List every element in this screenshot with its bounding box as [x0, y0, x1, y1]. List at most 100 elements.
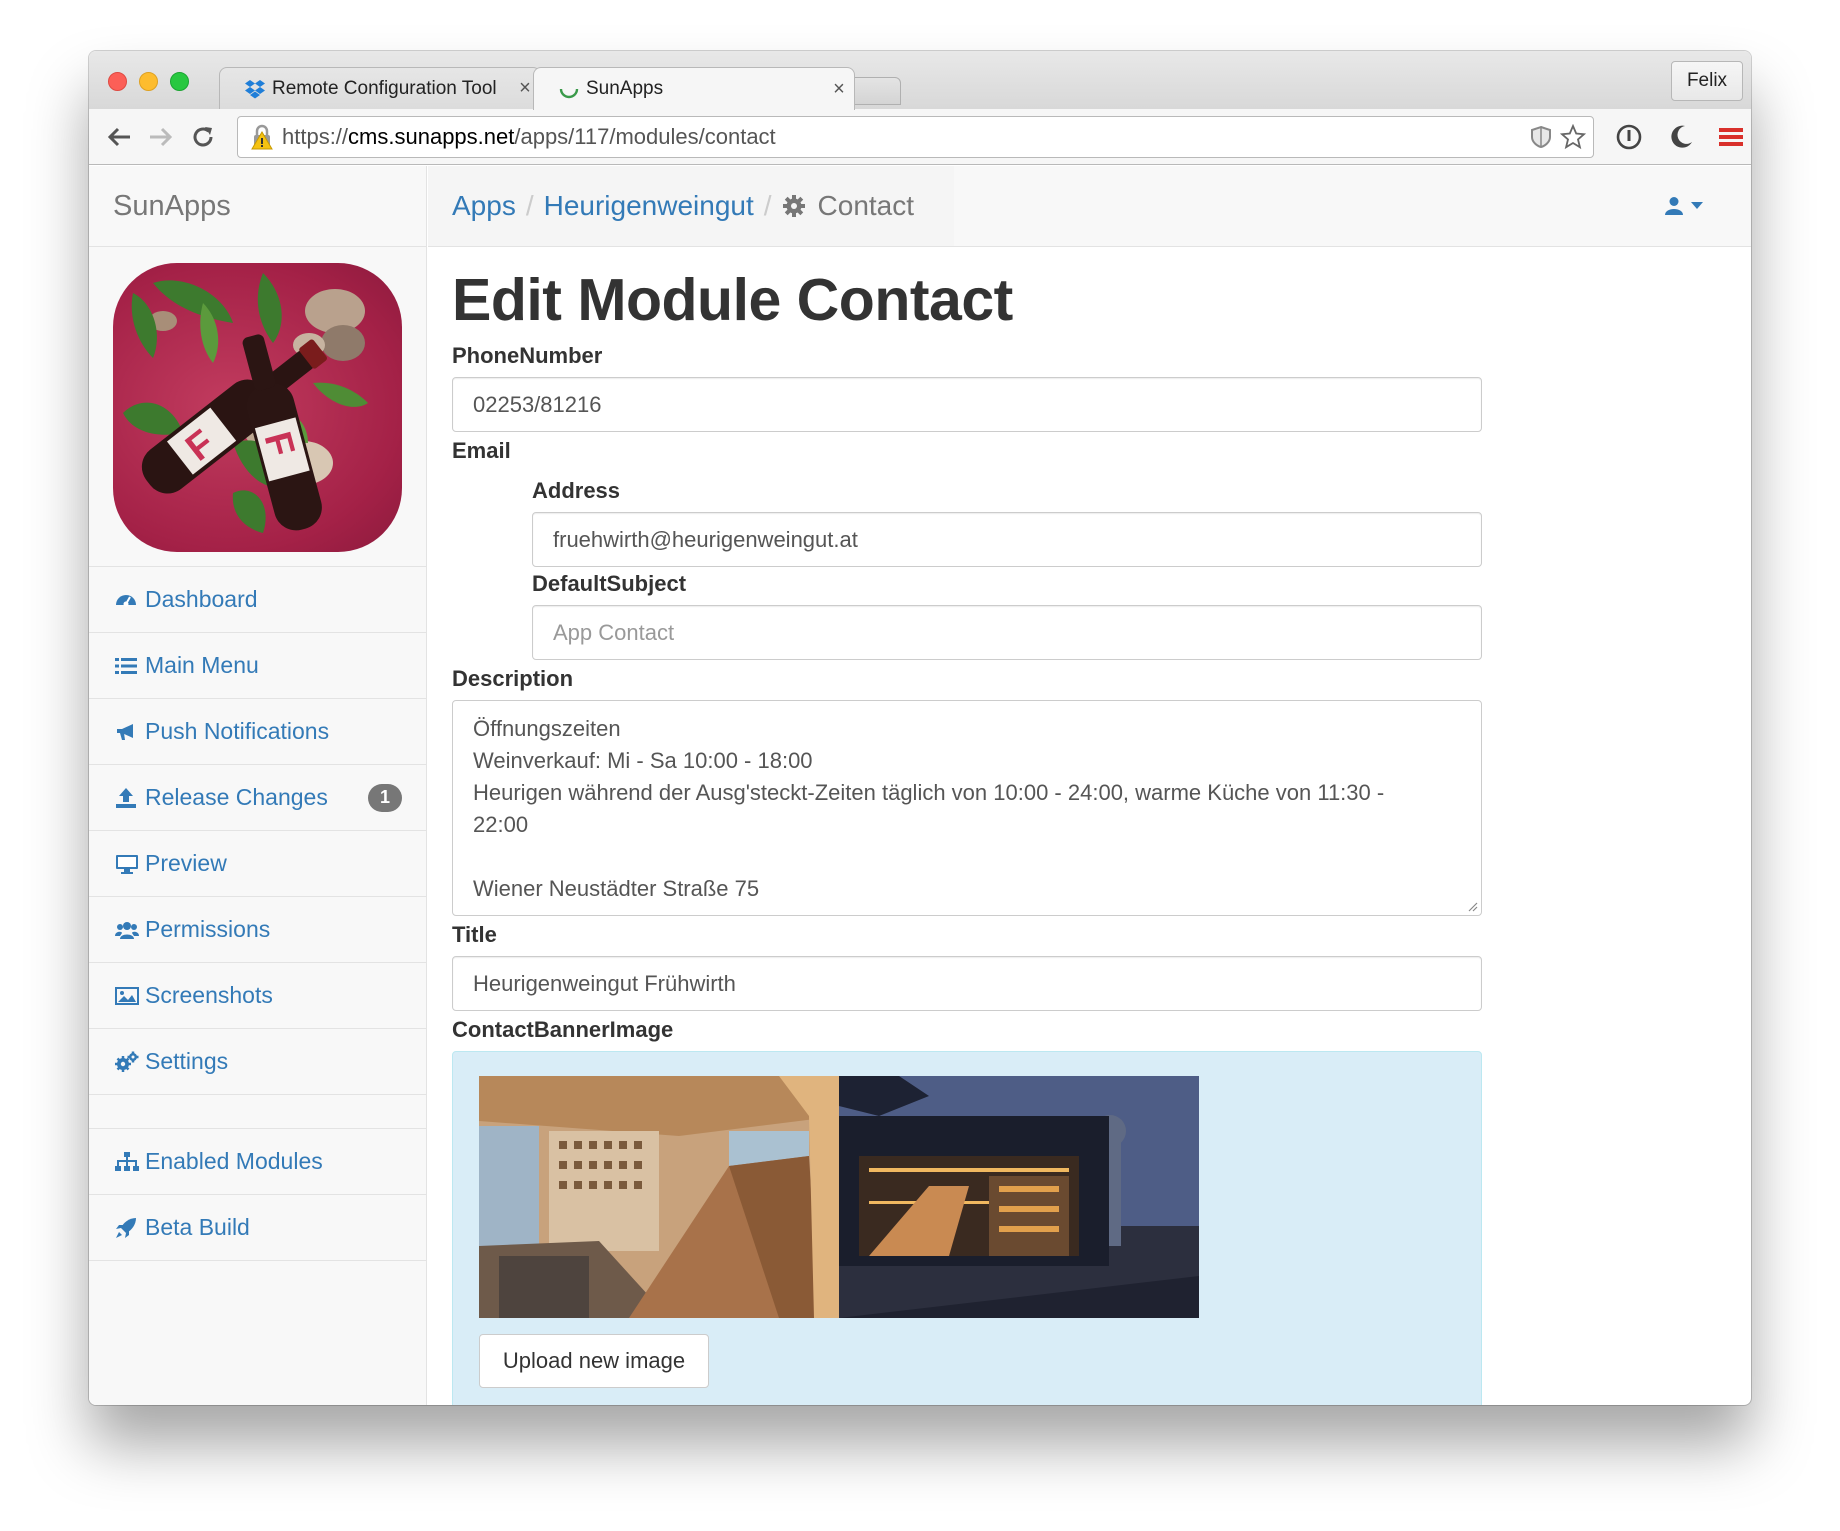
- desktop-icon: [115, 851, 145, 877]
- minimize-window-button[interactable]: [139, 72, 158, 91]
- page-title: Edit Module Contact: [452, 267, 1013, 333]
- sidebar-item-preview[interactable]: Preview: [89, 831, 426, 897]
- menu-icon[interactable]: [1713, 119, 1749, 155]
- sidebar-item-label: Release Changes: [145, 784, 328, 810]
- sidebar-item-main-menu[interactable]: Main Menu: [89, 633, 426, 699]
- sidebar-item-label: Permissions: [145, 916, 271, 942]
- sidebar-item-push-notifications[interactable]: Push Notifications: [89, 699, 426, 765]
- user-menu-dropdown[interactable]: [1665, 196, 1703, 216]
- sidebar: SunApps F F Dashboard Main Menu Push Not…: [89, 166, 427, 1405]
- upload-icon: [115, 785, 145, 811]
- banner-interior-photo: [479, 1076, 839, 1318]
- description-line: Wiener Neustädter Straße 75: [473, 876, 760, 901]
- release-count-badge: 1: [368, 783, 402, 812]
- browser-toolbar: https://cms.sunapps.net/apps/117/modules…: [89, 109, 1751, 165]
- browser-window: Remote Configuration Tool × SunApps × Fe…: [89, 51, 1751, 1405]
- bullhorn-icon: [115, 719, 145, 745]
- sidebar-item-label: Dashboard: [145, 586, 258, 612]
- resize-handle-icon[interactable]: [1466, 900, 1478, 912]
- sidebar-item-beta-build[interactable]: Beta Build: [89, 1195, 426, 1261]
- description-line: Weinverkauf: Mi - Sa 10:00 - 18:00: [473, 748, 813, 773]
- description-line: [473, 841, 1461, 873]
- top-navbar: Apps / Heurigenweingut / Contact: [428, 166, 1751, 247]
- description-line: Heurigen während der Ausg'steckt-Zeiten …: [473, 780, 1385, 805]
- title-label: Title: [452, 922, 497, 947]
- default-subject-input[interactable]: App Contact: [532, 605, 1482, 660]
- description-label: Description: [452, 666, 574, 691]
- banner-exterior-photo: [839, 1076, 1199, 1318]
- email-label: Email: [452, 438, 511, 463]
- banner-image: [479, 1076, 1199, 1318]
- email-address-input[interactable]: fruehwirth@heurigenweingut.at: [532, 512, 1482, 567]
- url-scheme: https://: [282, 124, 349, 149]
- upload-new-image-button[interactable]: Upload new image: [479, 1334, 709, 1388]
- main-content: Edit Module Contact PhoneNumber 02253/81…: [452, 247, 1482, 1405]
- night-mode-icon[interactable]: [1663, 119, 1699, 155]
- reload-icon[interactable]: [185, 119, 221, 155]
- new-tab-button[interactable]: [849, 77, 901, 105]
- url-host: cms.sunapps.net: [348, 124, 515, 149]
- users-icon: [115, 917, 145, 943]
- sidebar-item-dashboard[interactable]: Dashboard: [89, 567, 426, 633]
- breadcrumb-app-link[interactable]: Heurigenweingut: [544, 190, 754, 222]
- bookmark-star-icon[interactable]: [1557, 121, 1589, 153]
- app-icon: F F: [113, 263, 402, 552]
- breadcrumb-current: Contact: [817, 190, 915, 221]
- shield-icon[interactable]: [1525, 121, 1557, 153]
- loading-spinner-icon: [558, 78, 580, 100]
- dashboard-icon: [115, 587, 145, 613]
- cogs-icon: [115, 1049, 145, 1075]
- sidebar-item-label: Enabled Modules: [145, 1148, 323, 1174]
- address-label: Address: [532, 478, 621, 503]
- list-icon: [115, 653, 145, 679]
- gear-icon: [782, 194, 806, 218]
- banner-image-panel: Upload new image: [452, 1051, 1482, 1405]
- profile-button[interactable]: Felix: [1671, 61, 1743, 101]
- phone-label: PhoneNumber: [452, 343, 603, 368]
- sidebar-item-label: Settings: [145, 1048, 229, 1074]
- warning-lock-icon[interactable]: [246, 121, 278, 153]
- sitemap-icon: [115, 1149, 145, 1175]
- sidebar-item-label: Preview: [145, 850, 227, 876]
- tab-sunapps[interactable]: SunApps ×: [533, 67, 855, 110]
- breadcrumb-apps-link[interactable]: Apps: [452, 190, 516, 222]
- email-group: Address fruehwirth@heurigenweingut.at De…: [532, 478, 1482, 660]
- tab-close-icon[interactable]: ×: [824, 78, 854, 101]
- zoom-window-button[interactable]: [170, 72, 189, 91]
- sidebar-item-label: Screenshots: [145, 982, 273, 1008]
- tab-bar: Remote Configuration Tool × SunApps × Fe…: [89, 51, 1751, 110]
- breadcrumb: Apps / Heurigenweingut / Contact: [428, 166, 954, 246]
- sidebar-item-permissions[interactable]: Permissions: [89, 897, 426, 963]
- dropbox-icon: [244, 78, 266, 100]
- brand-title[interactable]: SunApps: [89, 166, 426, 247]
- picture-icon: [115, 983, 145, 1009]
- tab-title: SunApps: [586, 78, 664, 99]
- address-bar[interactable]: https://cms.sunapps.net/apps/117/modules…: [237, 116, 1594, 158]
- close-window-button[interactable]: [108, 72, 127, 91]
- description-line: 22:00: [473, 812, 529, 837]
- default-subject-label: DefaultSubject: [532, 571, 687, 596]
- sidebar-item-label: Push Notifications: [145, 718, 330, 744]
- title-input[interactable]: Heurigenweingut Frühwirth: [452, 956, 1482, 1011]
- sidebar-item-release-changes[interactable]: Release Changes 1: [89, 765, 426, 831]
- breadcrumb-separator: /: [763, 190, 772, 221]
- sidebar-item-label: Beta Build: [145, 1214, 250, 1240]
- url-path: /apps/117/modules/contact: [514, 124, 776, 149]
- rocket-icon: [115, 1215, 145, 1241]
- forward-arrow-icon[interactable]: [143, 119, 179, 155]
- phone-number-input[interactable]: 02253/81216: [452, 377, 1482, 432]
- banner-image-label: ContactBannerImage: [452, 1017, 674, 1042]
- user-icon: [1665, 196, 1683, 216]
- description-line: Öffnungszeiten: [473, 716, 621, 741]
- tab-title: Remote Configuration Tool: [272, 77, 497, 99]
- back-arrow-icon[interactable]: [101, 119, 137, 155]
- sidebar-item-label: Main Menu: [145, 652, 259, 678]
- tab-remote-configuration[interactable]: Remote Configuration Tool ×: [219, 67, 541, 109]
- sidebar-item-settings[interactable]: Settings: [89, 1029, 426, 1095]
- onepassword-icon[interactable]: [1611, 119, 1647, 155]
- breadcrumb-separator: /: [525, 190, 534, 221]
- caret-down-icon: [1691, 202, 1703, 210]
- sidebar-item-enabled-modules[interactable]: Enabled Modules: [89, 1129, 426, 1195]
- description-textarea[interactable]: Öffnungszeiten Weinverkauf: Mi - Sa 10:0…: [452, 700, 1482, 916]
- sidebar-item-screenshots[interactable]: Screenshots: [89, 963, 426, 1029]
